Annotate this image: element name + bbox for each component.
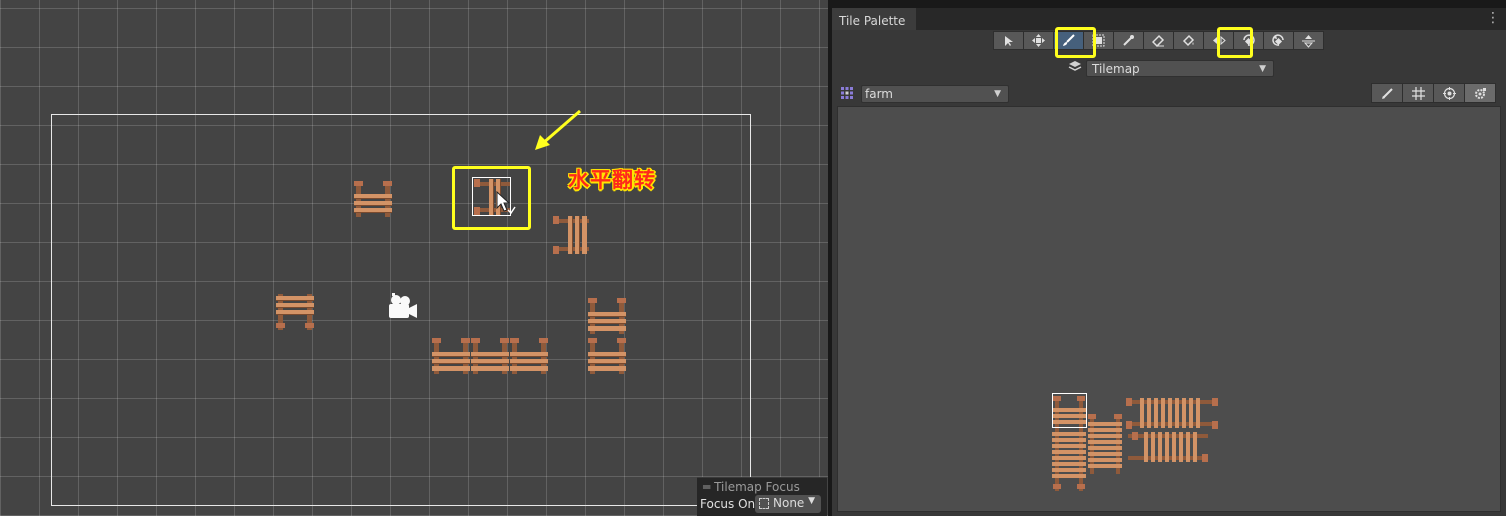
palette-settings-button[interactable]	[1464, 83, 1496, 103]
tilemap-focus-overlay: ═ Tilemap Focus Focus On None ▼	[697, 477, 827, 516]
palette-name: farm	[865, 87, 893, 101]
flood-fill-tool-button[interactable]	[1173, 31, 1204, 50]
gizmo-icon	[1442, 86, 1456, 100]
palette-edit-tools	[1371, 83, 1496, 103]
drag-handle-icon[interactable]: ═	[703, 480, 710, 494]
tile-palette-window: Tile Palette ⋮ Tilemap ▼ farm ▼	[832, 8, 1506, 516]
scene-view[interactable]: 水平翻转 ═ Tilemap Focus Focus On None ▼	[0, 0, 828, 516]
fence-tile	[510, 338, 548, 374]
fence-tile	[276, 294, 314, 330]
select-tool-button[interactable]	[993, 31, 1024, 50]
fence-tile	[354, 181, 392, 217]
chevron-down-icon: ▼	[1259, 64, 1266, 74]
camera-gizmo-icon[interactable]	[385, 291, 419, 323]
toggle-grid-button[interactable]	[1402, 83, 1434, 103]
palette-dropdown[interactable]: farm ▼	[861, 85, 1009, 103]
layers-icon	[1068, 61, 1082, 71]
fence-vertical-tile	[553, 216, 589, 254]
rotate-ccw-icon	[1272, 34, 1284, 46]
settings-icon	[1474, 87, 1486, 99]
paint-bucket-icon	[1182, 34, 1195, 47]
edit-palette-button[interactable]	[1371, 83, 1403, 103]
pick-tool-button[interactable]	[1113, 31, 1144, 50]
focus-overlay-title: ═ Tilemap Focus	[703, 480, 800, 494]
fence-tile	[471, 338, 509, 374]
active-tilemap-value: Tilemap	[1092, 62, 1140, 76]
tile-palette-toolbar	[993, 31, 1324, 52]
flipped-tile-highlight	[452, 166, 531, 230]
focus-title-text: Tilemap Focus	[714, 480, 800, 494]
palette-grid-icon	[841, 87, 853, 99]
pencil-icon	[1381, 87, 1393, 99]
window-menu-icon[interactable]: ⋮	[1486, 11, 1500, 25]
eraser-icon	[1152, 34, 1165, 47]
erase-tool-button[interactable]	[1143, 31, 1174, 50]
focus-on-label: Focus On	[700, 497, 756, 511]
move-cross-icon	[1032, 34, 1045, 47]
chevron-down-icon: ▼	[808, 496, 815, 506]
toggle-gizmos-button[interactable]	[1433, 83, 1465, 103]
fence-tile	[588, 298, 626, 334]
focus-on-value: None	[773, 496, 805, 510]
fence-tile	[588, 338, 626, 374]
grid-icon	[1411, 86, 1425, 100]
fence-tile	[432, 338, 470, 374]
palette-grid-area[interactable]	[837, 106, 1501, 512]
focus-icon	[759, 498, 769, 509]
eyedropper-icon	[1123, 35, 1134, 46]
selected-palette-tile[interactable]	[1052, 393, 1087, 428]
flip-tool-highlight	[1217, 27, 1253, 58]
active-tilemap-dropdown[interactable]: Tilemap ▼	[1086, 60, 1274, 77]
annotation-label: 水平翻转	[568, 168, 656, 192]
move-tool-button[interactable]	[1023, 31, 1054, 50]
focus-on-dropdown[interactable]: None ▼	[755, 495, 821, 513]
brush-tool-highlight	[1055, 27, 1096, 58]
flip-vertical-tool-button[interactable]	[1293, 31, 1324, 50]
tab-tile-palette[interactable]: Tile Palette	[832, 8, 916, 30]
annotation-arrow	[532, 108, 584, 154]
chevron-down-icon: ▼	[994, 89, 1001, 99]
flip-vertical-icon	[1302, 34, 1315, 48]
rotate-counterclockwise-tool-button[interactable]	[1263, 31, 1294, 50]
tab-bar: Tile Palette ⋮	[832, 8, 1506, 30]
cursor-arrow-icon	[1004, 35, 1013, 46]
